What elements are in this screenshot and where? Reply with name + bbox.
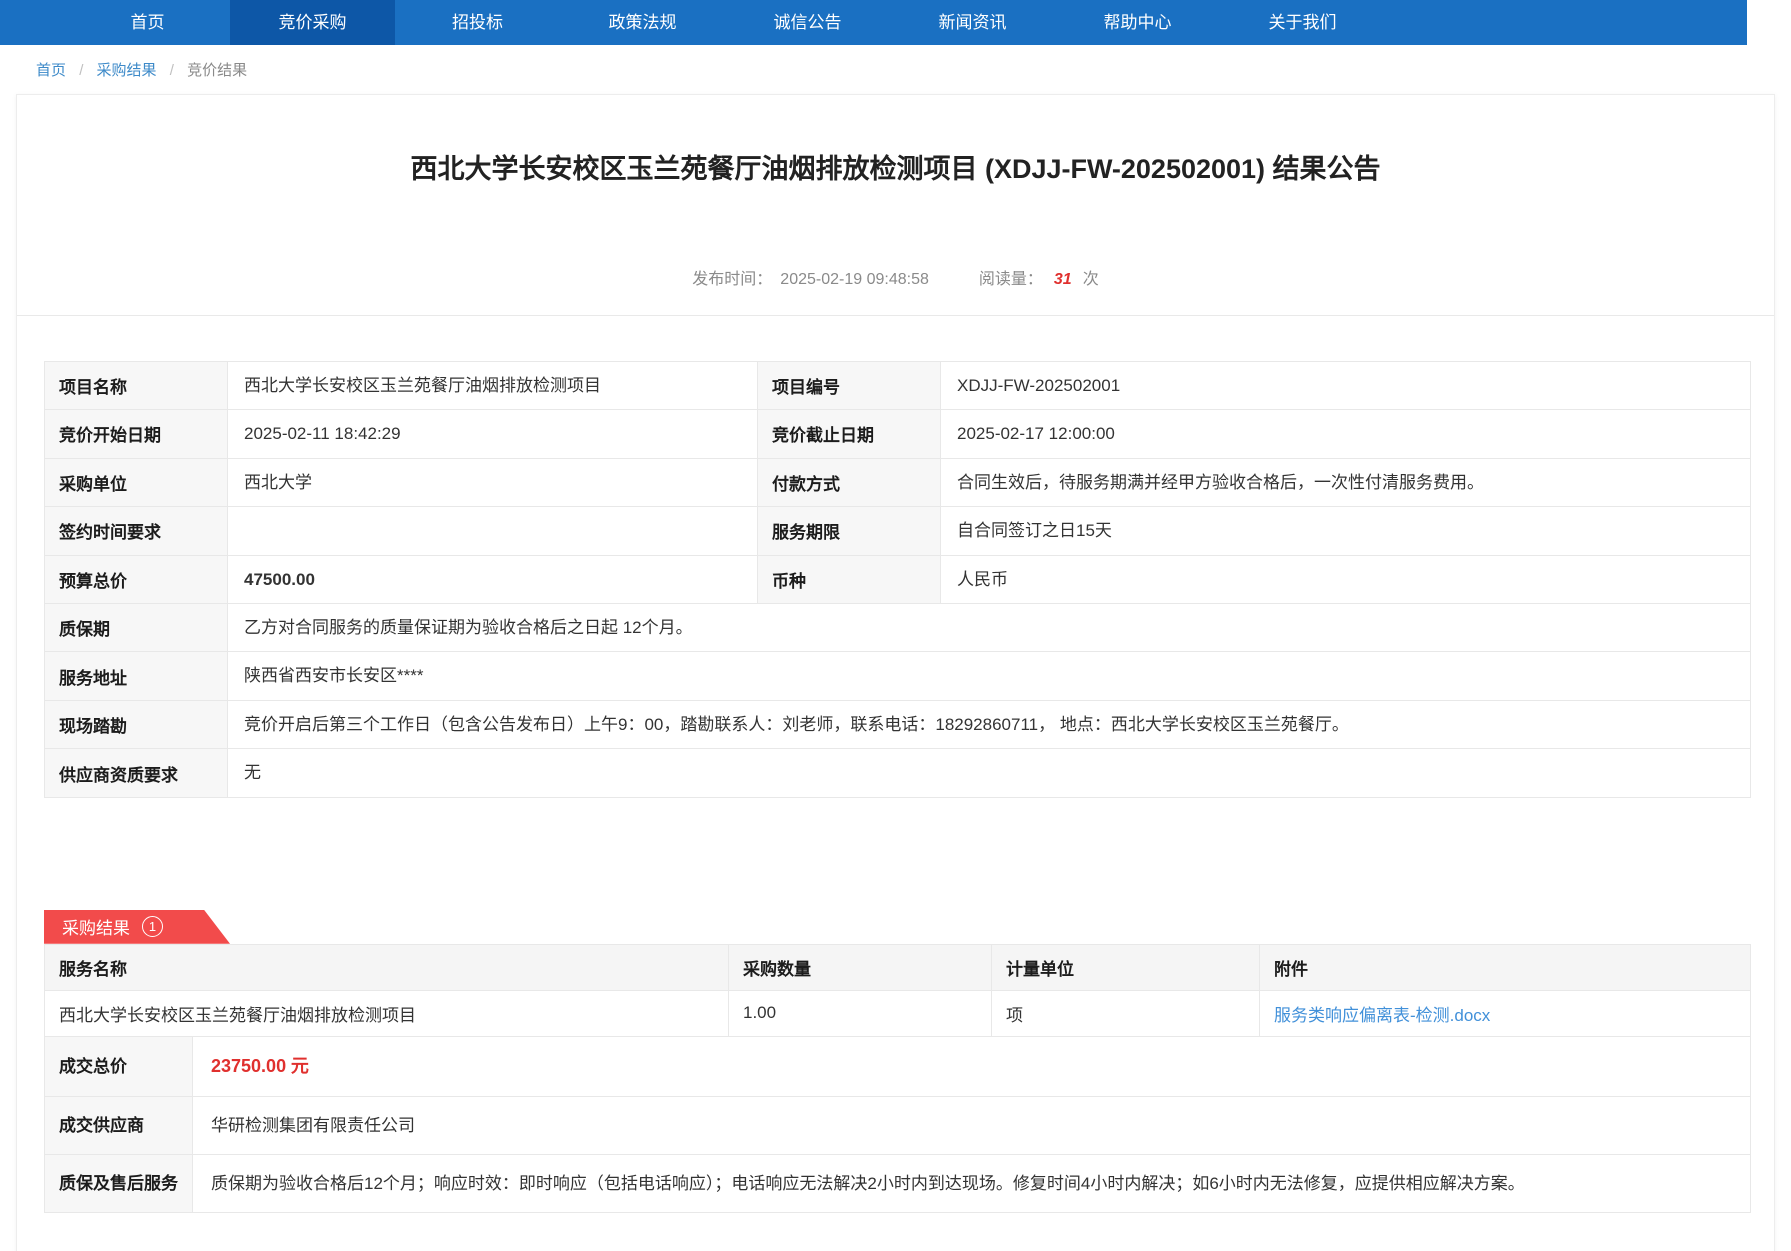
- table-row: 预算总价 47500.00 币种 人民币: [45, 555, 1751, 603]
- top-navigation: 首页 竞价采购 招投标 政策法规 诚信公告 新闻资讯 帮助中心 关于我们: [0, 0, 1747, 45]
- project-code-value: XDJJ-FW-202502001: [941, 361, 1751, 409]
- table-row: 现场踏勘 竞价开启后第三个工作日（包含公告发布日）上午9：00，踏勘联系人：刘老…: [45, 700, 1751, 748]
- sign-time-value: [228, 507, 758, 555]
- unit-value: 项: [992, 990, 1260, 1036]
- table-row: 成交总价 23750.00 元: [45, 1036, 1751, 1096]
- procurement-result-badge: 采购结果 1: [44, 910, 230, 944]
- views-label: 阅读量：: [979, 271, 1043, 288]
- service-period-label: 服务期限: [758, 507, 941, 555]
- deal-total-label: 成交总价: [45, 1036, 193, 1096]
- breadcrumb-separator: /: [79, 62, 83, 79]
- deal-summary-table: 成交总价 23750.00 元 成交供应商 华研检测集团有限责任公司 质保及售后…: [44, 1036, 1751, 1213]
- table-row: 采购单位 西北大学 付款方式 合同生效后，待服务期满并经甲方验收合格后，一次性付…: [45, 458, 1751, 506]
- nav-item-policies[interactable]: 政策法规: [560, 0, 725, 45]
- service-address-label: 服务地址: [45, 652, 228, 700]
- announcement-card: 西北大学长安校区玉兰苑餐厅油烟排放检测项目 (XDJJ-FW-202502001…: [16, 94, 1775, 1251]
- col-unit: 计量单位: [992, 944, 1260, 990]
- end-date-value: 2025-02-17 12:00:00: [941, 410, 1751, 458]
- currency-label: 币种: [758, 555, 941, 603]
- service-period-value: 自合同签订之日15天: [941, 507, 1751, 555]
- breadcrumb-home-link[interactable]: 首页: [36, 62, 66, 79]
- nav-item-tenders[interactable]: 招投标: [395, 0, 560, 45]
- warranty-period-label: 质保期: [45, 603, 228, 651]
- project-detail-table: 项目名称 西北大学长安校区玉兰苑餐厅油烟排放检测项目 项目编号 XDJJ-FW-…: [44, 361, 1751, 798]
- publish-time-value: 2025-02-19 09:48:58: [780, 271, 929, 288]
- purchaser-label: 采购单位: [45, 458, 228, 506]
- warranty-period-value: 乙方对合同服务的质量保证期为验收合格后之日起 12个月。: [228, 603, 1751, 651]
- views-count: 31: [1054, 271, 1072, 288]
- project-name-label: 项目名称: [45, 361, 228, 409]
- after-sale-label: 质保及售后服务: [45, 1154, 193, 1212]
- col-service-name: 服务名称: [45, 944, 729, 990]
- after-sale-value: 质保期为验收合格后12个月；响应时效：即时响应（包括电话响应）；电话响应无法解决…: [193, 1154, 1751, 1212]
- breadcrumb: 首页 / 采购结果 / 竞价结果: [0, 45, 1791, 94]
- nav-item-news[interactable]: 新闻资讯: [890, 0, 1055, 45]
- nav-item-help-center[interactable]: 帮助中心: [1055, 0, 1220, 45]
- deal-supplier-value: 华研检测集团有限责任公司: [193, 1096, 1751, 1154]
- breadcrumb-current: 竞价结果: [187, 62, 247, 79]
- table-row: 签约时间要求 服务期限 自合同签订之日15天: [45, 507, 1751, 555]
- publish-time-label: 发布时间：: [692, 271, 772, 288]
- table-row: 项目名称 西北大学长安校区玉兰苑餐厅油烟排放检测项目 项目编号 XDJJ-FW-…: [45, 361, 1751, 409]
- end-date-label: 竞价截止日期: [758, 410, 941, 458]
- result-table: 服务名称 采购数量 计量单位 附件 西北大学长安校区玉兰苑餐厅油烟排放检测项目 …: [44, 944, 1751, 1037]
- currency-value: 人民币: [941, 555, 1751, 603]
- table-row: 质保期 乙方对合同服务的质量保证期为验收合格后之日起 12个月。: [45, 603, 1751, 651]
- site-visit-value: 竞价开启后第三个工作日（包含公告发布日）上午9：00，踏勘联系人：刘老师，联系电…: [228, 700, 1751, 748]
- quantity-value: 1.00: [729, 990, 992, 1036]
- table-row: 供应商资质要求 无: [45, 749, 1751, 797]
- breadcrumb-separator: /: [170, 62, 174, 79]
- start-date-label: 竞价开始日期: [45, 410, 228, 458]
- project-code-label: 项目编号: [758, 361, 941, 409]
- table-row: 成交供应商 华研检测集团有限责任公司: [45, 1096, 1751, 1154]
- service-name-value: 西北大学长安校区玉兰苑餐厅油烟排放检测项目: [45, 990, 729, 1036]
- nav-item-bidding-purchase[interactable]: 竞价采购: [230, 0, 395, 45]
- publish-info-line: 发布时间： 2025-02-19 09:48:58 阅读量： 31 次: [17, 265, 1774, 289]
- deal-total-value: 23750.00: [211, 1056, 286, 1076]
- deal-total-unit: 元: [291, 1056, 309, 1076]
- nav-item-about-us[interactable]: 关于我们: [1220, 0, 1385, 45]
- attachment-link[interactable]: 服务类响应偏离表-检测.docx: [1274, 1006, 1490, 1025]
- purchaser-value: 西北大学: [228, 458, 758, 506]
- col-quantity: 采购数量: [729, 944, 992, 990]
- table-row: 西北大学长安校区玉兰苑餐厅油烟排放检测项目 1.00 项 服务类响应偏离表-检测…: [45, 990, 1751, 1036]
- project-name-value: 西北大学长安校区玉兰苑餐厅油烟排放检测项目: [228, 361, 758, 409]
- nav-item-integrity-notices[interactable]: 诚信公告: [725, 0, 890, 45]
- payment-value: 合同生效后，待服务期满并经甲方验收合格后，一次性付清服务费用。: [941, 458, 1751, 506]
- table-row: 质保及售后服务 质保期为验收合格后12个月；响应时效：即时响应（包括电话响应）；…: [45, 1154, 1751, 1212]
- service-address-value: 陕西省西安市长安区****: [228, 652, 1751, 700]
- payment-label: 付款方式: [758, 458, 941, 506]
- table-row: 竞价开始日期 2025-02-11 18:42:29 竞价截止日期 2025-0…: [45, 410, 1751, 458]
- procurement-result-count: 1: [142, 916, 163, 937]
- budget-label: 预算总价: [45, 555, 228, 603]
- sign-time-label: 签约时间要求: [45, 507, 228, 555]
- qualification-value: 无: [228, 749, 1751, 797]
- views-unit: 次: [1083, 271, 1099, 288]
- deal-supplier-label: 成交供应商: [45, 1096, 193, 1154]
- start-date-value: 2025-02-11 18:42:29: [228, 410, 758, 458]
- site-visit-label: 现场踏勘: [45, 700, 228, 748]
- nav-item-home[interactable]: 首页: [65, 0, 230, 45]
- qualification-label: 供应商资质要求: [45, 749, 228, 797]
- budget-value: 47500.00: [228, 555, 758, 603]
- title-divider: [17, 315, 1774, 316]
- table-header-row: 服务名称 采购数量 计量单位 附件: [45, 944, 1751, 990]
- col-attachment: 附件: [1260, 944, 1751, 990]
- breadcrumb-section-link[interactable]: 采购结果: [97, 62, 157, 79]
- table-row: 服务地址 陕西省西安市长安区****: [45, 652, 1751, 700]
- page-title: 西北大学长安校区玉兰苑餐厅油烟排放检测项目 (XDJJ-FW-202502001…: [97, 151, 1694, 189]
- procurement-result-badge-label: 采购结果: [62, 914, 130, 939]
